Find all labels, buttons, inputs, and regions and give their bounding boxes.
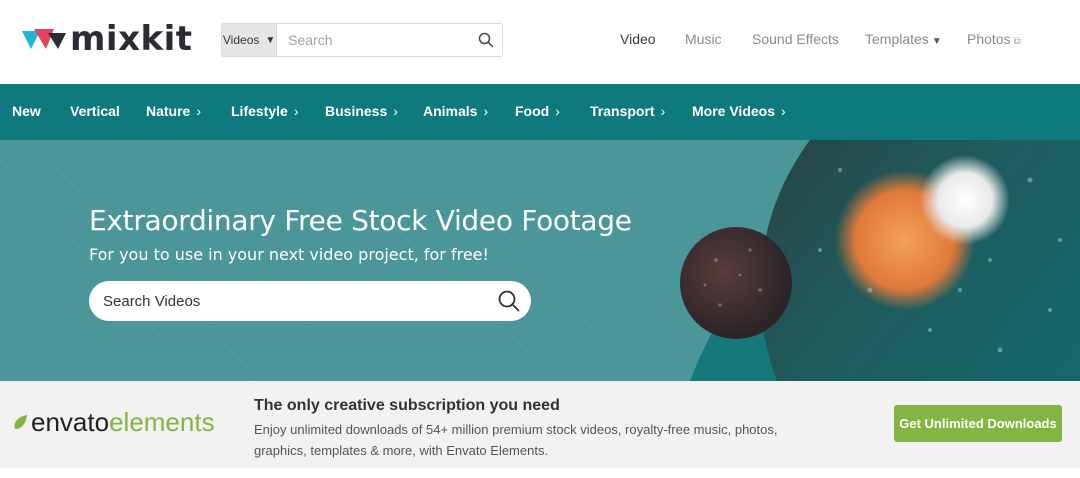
category-label: Nature [146, 103, 191, 119]
mixkit-logo-mark-icon [22, 29, 66, 49]
category-label: Food [515, 103, 550, 119]
nav-templates-label: Templates [865, 31, 929, 47]
category-nature[interactable]: Nature › [146, 103, 201, 119]
page-body-start [0, 468, 1080, 478]
external-link-icon: ⧉ [1013, 36, 1021, 47]
promo-heading: The only creative subscription you need [254, 397, 560, 414]
category-transport[interactable]: Transport › [590, 103, 665, 119]
caret-down-icon: ▼ [265, 34, 276, 46]
category-business[interactable]: Business › [325, 103, 398, 119]
hero-search [89, 281, 531, 321]
search-input[interactable] [277, 24, 470, 56]
category-label: Business [325, 103, 388, 119]
nav-templates[interactable]: Templates ▼ [865, 31, 942, 47]
mixkit-logo[interactable]: mixkit [22, 22, 193, 56]
category-new[interactable]: New [12, 103, 41, 119]
hero-subtitle: For you to use in your next video projec… [89, 245, 489, 264]
category-label: Transport [590, 103, 655, 119]
chevron-right-icon: › [781, 103, 786, 119]
envato-elements-logo[interactable]: envato elements [12, 407, 215, 438]
header-search: Videos ▼ [221, 23, 503, 57]
brand-name: mixkit [70, 19, 193, 59]
chevron-right-icon: › [660, 103, 666, 119]
category-label: New [12, 103, 41, 119]
search-type-label: Videos [222, 33, 260, 47]
category-vertical[interactable]: Vertical [70, 103, 120, 119]
envato-promo-banner: envato elements The only creative subscri… [0, 381, 1080, 468]
get-unlimited-downloads-button[interactable]: Get Unlimited Downloads [894, 405, 1062, 442]
chevron-right-icon: › [555, 103, 560, 119]
site-header: mixkit Videos ▼ Video Music Sound Effect… [0, 0, 1080, 84]
search-type-select[interactable]: Videos ▼ [222, 24, 278, 56]
nav-music[interactable]: Music [685, 31, 722, 47]
hero-search-button[interactable] [487, 281, 531, 321]
category-bar: New Vertical Nature › Lifestyle › Business… [0, 84, 1080, 140]
category-label: Animals [423, 103, 478, 119]
category-lifestyle[interactable]: Lifestyle › [231, 103, 298, 119]
nav-photos[interactable]: Photos ⧉ [967, 31, 1021, 47]
caret-down-icon: ▼ [931, 36, 942, 47]
envato-logo-text: envato [31, 407, 110, 437]
search-icon [478, 32, 493, 48]
nav-photos-label: Photos [967, 31, 1011, 47]
search-button[interactable] [469, 24, 502, 56]
chevron-right-icon: › [483, 103, 489, 119]
promo-body: Enjoy unlimited downloads of 54+ million… [254, 422, 778, 458]
hero-banner: Extraordinary Free Stock Video Footage F… [0, 140, 1080, 381]
category-label: Lifestyle [231, 103, 288, 119]
search-icon [498, 290, 520, 312]
category-food[interactable]: Food › [515, 103, 560, 119]
nav-sound-effects[interactable]: Sound Effects [752, 31, 839, 47]
category-animals[interactable]: Animals › [423, 103, 488, 119]
chevron-right-icon: › [393, 103, 398, 119]
category-label: More Videos [692, 103, 775, 119]
chevron-right-icon: › [196, 103, 202, 119]
category-label: Vertical [70, 103, 120, 119]
elements-logo-text: elements [109, 407, 215, 437]
chevron-right-icon: › [293, 103, 299, 119]
hero-search-input[interactable] [89, 292, 487, 310]
leaf-icon [14, 415, 27, 429]
nav-video[interactable]: Video [620, 31, 656, 47]
category-more-videos[interactable]: More Videos › [692, 103, 786, 119]
hero-title: Extraordinary Free Stock Video Footage [89, 204, 632, 237]
